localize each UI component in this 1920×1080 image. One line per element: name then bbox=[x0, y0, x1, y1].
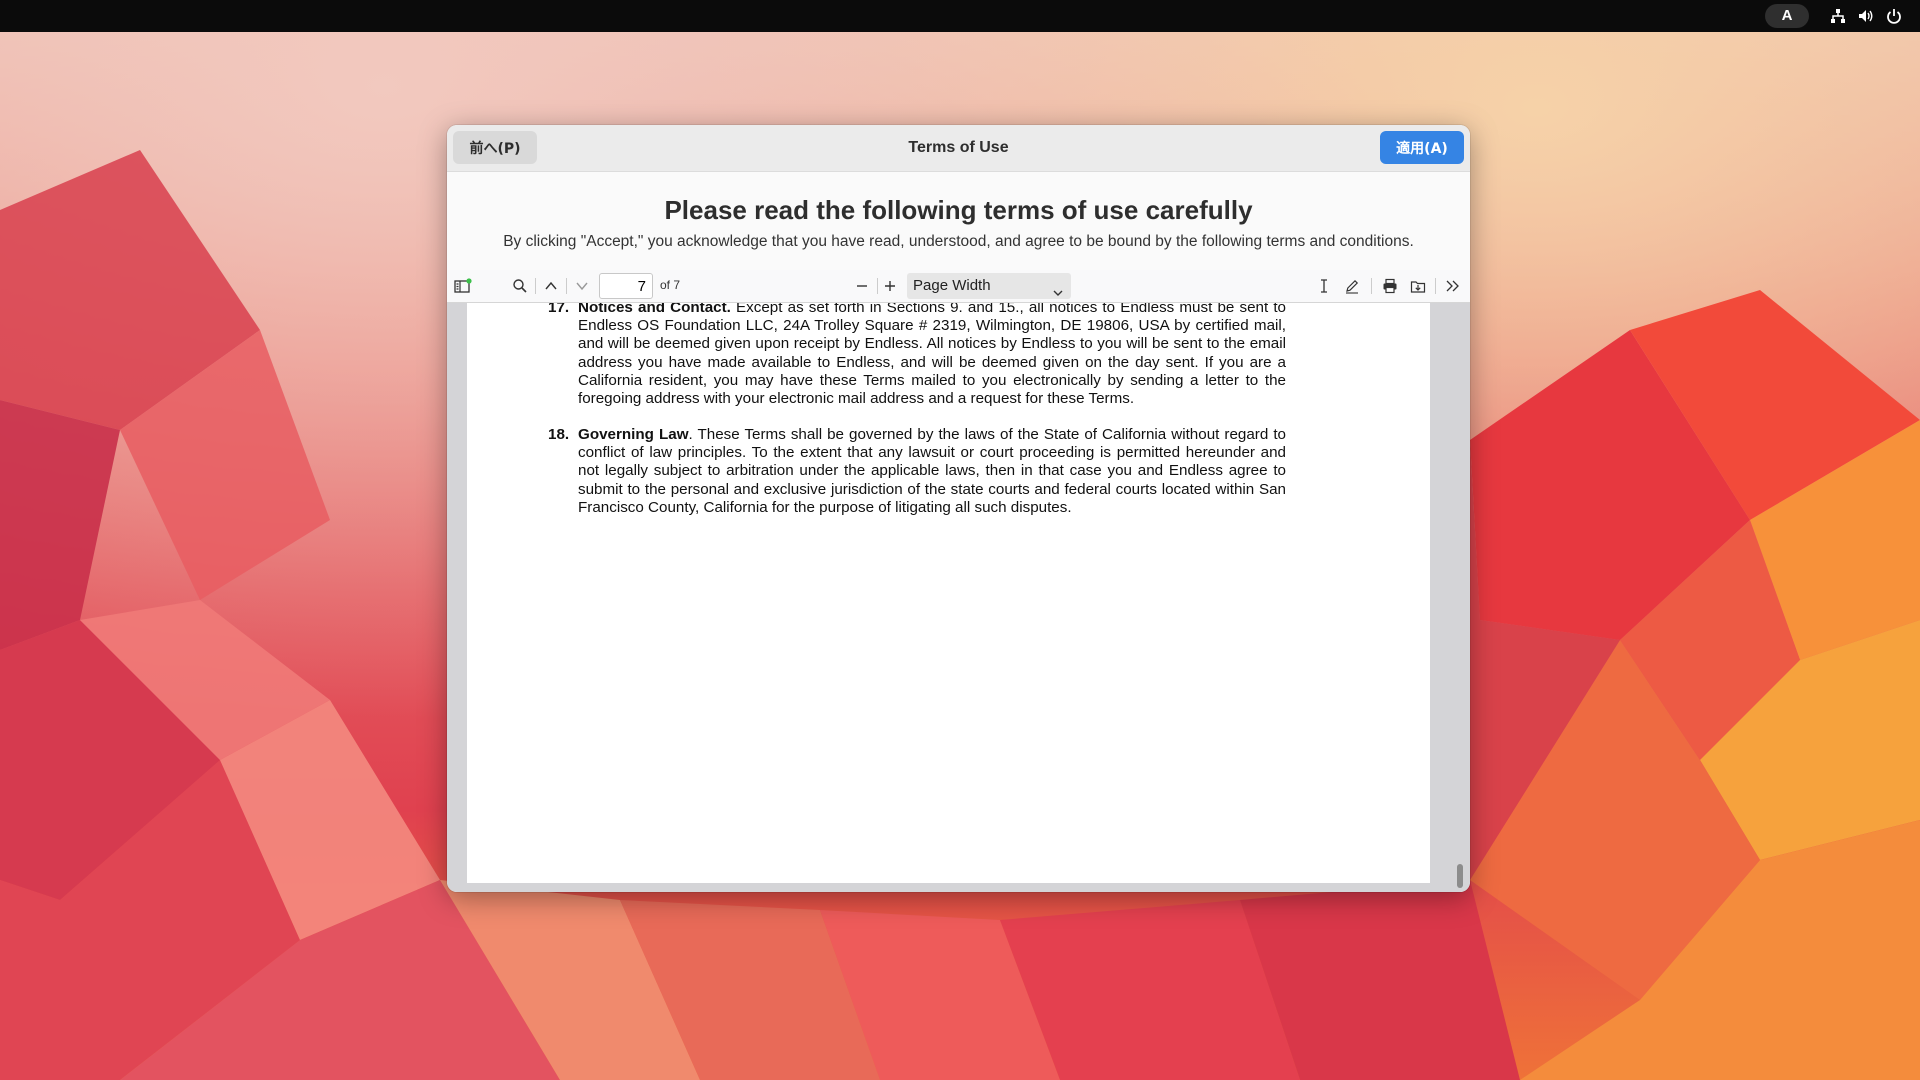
text-select-icon[interactable] bbox=[1314, 276, 1334, 296]
sidebar-toggle-icon[interactable] bbox=[453, 276, 473, 296]
pdf-page: 17. Notices and Contact. Except as set f… bbox=[467, 303, 1430, 883]
terms-dialog: 前へ(P) Terms of Use 適用(A) Please read the… bbox=[447, 125, 1470, 892]
page-heading: Please read the following terms of use c… bbox=[664, 195, 1253, 225]
page-count-label: of 7 bbox=[660, 278, 681, 292]
pdf-toolbar: of 7 Page Width bbox=[447, 270, 1470, 303]
dialog-headerbar: 前へ(P) Terms of Use 適用(A) bbox=[447, 125, 1470, 172]
print-icon[interactable] bbox=[1380, 276, 1400, 296]
apply-button[interactable]: 適用(A) bbox=[1380, 131, 1464, 164]
pdf-viewer[interactable]: 17. Notices and Contact. Except as set f… bbox=[447, 303, 1470, 892]
zoom-select-value: Page Width bbox=[913, 277, 991, 294]
zoom-out-icon[interactable] bbox=[852, 276, 872, 296]
page-subheading: By clicking "Accept," you acknowledge th… bbox=[503, 233, 1414, 250]
zoom-in-icon[interactable] bbox=[880, 276, 900, 296]
more-tools-icon[interactable] bbox=[1443, 276, 1463, 296]
clause-17: 17. Notices and Contact. Except as set f… bbox=[548, 303, 1287, 408]
clause-text: Except as set forth in Sections 9. and 1… bbox=[578, 303, 1287, 408]
dialog-title: Terms of Use bbox=[908, 139, 1009, 156]
volume-icon[interactable] bbox=[1858, 8, 1874, 24]
previous-page-icon[interactable] bbox=[541, 276, 561, 296]
search-icon[interactable] bbox=[510, 276, 530, 296]
clause-number: 17. bbox=[548, 303, 570, 316]
top-bar: A bbox=[0, 0, 1920, 32]
scrollbar-thumb[interactable] bbox=[1457, 864, 1463, 888]
draw-pen-icon[interactable] bbox=[1342, 276, 1362, 296]
clause-18: 18. Governing Law. These Terms shall be … bbox=[548, 426, 1286, 517]
clause-number: 18. bbox=[548, 426, 570, 443]
network-icon[interactable] bbox=[1830, 8, 1846, 24]
clause-title: Governing Law bbox=[578, 426, 689, 443]
power-icon[interactable] bbox=[1886, 8, 1902, 24]
clause-title: Notices and Contact. bbox=[578, 303, 731, 316]
next-page-icon[interactable] bbox=[572, 276, 592, 296]
zoom-select[interactable]: Page Width bbox=[907, 273, 1071, 299]
previous-button[interactable]: 前へ(P) bbox=[453, 131, 537, 164]
page-number-input[interactable] bbox=[599, 273, 653, 299]
keyboard-layout-indicator[interactable]: A bbox=[1765, 4, 1809, 28]
save-download-icon[interactable] bbox=[1408, 276, 1428, 296]
